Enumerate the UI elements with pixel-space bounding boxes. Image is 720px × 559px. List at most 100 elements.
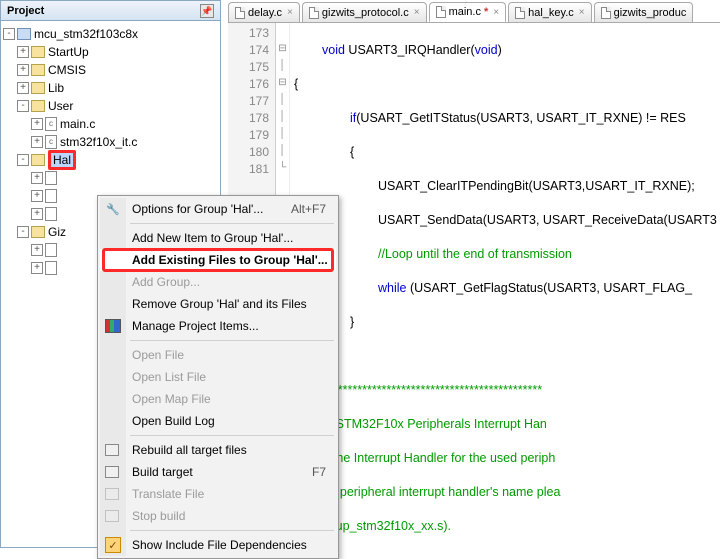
line-number: 174: [228, 42, 269, 59]
ctx-add-new-item[interactable]: Add New Item to Group 'Hal'...: [100, 227, 336, 249]
ctx-stop-build: Stop build: [100, 505, 336, 527]
tree-group-user[interactable]: - User: [3, 97, 218, 115]
ctx-add-existing-files[interactable]: Add Existing Files to Group 'Hal'...: [100, 249, 336, 271]
collapse-icon[interactable]: -: [17, 154, 29, 166]
tree-group-startup[interactable]: + StartUp: [3, 43, 218, 61]
ctx-open-map-file: Open Map File: [100, 388, 336, 410]
folder-icon: [31, 154, 45, 166]
tab-gizwits-product[interactable]: gizwits_produc: [594, 2, 694, 22]
c-file-icon: [45, 261, 57, 275]
line-number: 177: [228, 93, 269, 110]
tab-delay[interactable]: delay.c×: [228, 2, 300, 22]
tab-hal-key[interactable]: hal_key.c ×: [508, 2, 592, 22]
line-number: 173: [228, 25, 269, 42]
line-number: 181: [228, 161, 269, 178]
tab-main[interactable]: main.c*×: [429, 2, 507, 22]
expand-icon[interactable]: +: [31, 172, 43, 184]
code-token: USART_SendData(USART3, USART_ReceiveData…: [378, 213, 717, 227]
folder-icon: [31, 46, 45, 58]
code-area[interactable]: void USART3_IRQHandler(void) { if(USART_…: [290, 23, 720, 548]
project-panel-title-bar: Project 📌: [1, 1, 220, 21]
check-icon: ✓: [105, 537, 121, 553]
build-icon: [105, 466, 119, 478]
expand-icon[interactable]: +: [31, 136, 43, 148]
tree-label: Lib: [48, 81, 64, 95]
tree-file-stm32it[interactable]: + c stm32f10x_it.c: [3, 133, 218, 151]
rebuild-icon: [105, 444, 119, 456]
collapse-icon[interactable]: -: [17, 226, 29, 238]
tab-label: gizwits_protocol.c: [322, 7, 409, 19]
ctx-label: Remove Group 'Hal' and its Files: [132, 297, 307, 311]
code-token: ): [498, 43, 502, 57]
tree-group-hal[interactable]: - Hal: [3, 151, 218, 169]
tree-group-cmsis[interactable]: + CMSIS: [3, 61, 218, 79]
code-token: USART_ClearITPendingBit(USART3,USART_IT_…: [378, 179, 695, 193]
tree-file-main[interactable]: + c main.c: [3, 115, 218, 133]
ctx-build-target[interactable]: Build target F7: [100, 461, 336, 483]
ctx-open-list-file: Open List File: [100, 366, 336, 388]
expand-icon[interactable]: +: [17, 82, 29, 94]
ctx-label: Open List File: [132, 370, 206, 384]
tree-label: Giz: [48, 225, 66, 239]
collapse-icon[interactable]: -: [17, 100, 29, 112]
tree-root[interactable]: - mcu_stm32f103c8x: [3, 25, 218, 43]
tree-label: main.c: [60, 117, 95, 131]
expand-icon[interactable]: +: [17, 64, 29, 76]
tab-label: gizwits_produc: [614, 7, 687, 19]
ctx-shortcut: F7: [312, 465, 326, 479]
pushpin-icon[interactable]: 📌: [200, 4, 214, 18]
ctx-label: Open Build Log: [132, 414, 215, 428]
separator: [130, 223, 334, 224]
ctx-remove-group[interactable]: Remove Group 'Hal' and its Files: [100, 293, 336, 315]
code-token: {: [350, 145, 354, 159]
code-token: while: [378, 281, 407, 295]
context-menu: 🔧 Options for Group 'Hal'... Alt+F7 Add …: [97, 195, 339, 559]
expand-icon[interactable]: +: [31, 208, 43, 220]
ctx-label: Open Map File: [132, 392, 211, 406]
tree-label: mcu_stm32f103c8x: [34, 27, 138, 41]
close-icon[interactable]: ×: [579, 7, 585, 18]
ctx-label: Add Group...: [132, 275, 200, 289]
stop-icon: [105, 510, 119, 522]
ctx-show-include-deps[interactable]: ✓ Show Include File Dependencies: [100, 534, 336, 556]
file-icon: [601, 7, 611, 19]
close-icon[interactable]: ×: [493, 7, 499, 18]
ctx-add-group: Add Group...: [100, 271, 336, 293]
file-icon: [515, 7, 525, 19]
translate-icon: [105, 488, 119, 500]
books-icon: [105, 318, 121, 334]
expand-icon[interactable]: +: [31, 244, 43, 256]
folder-icon: [31, 100, 45, 112]
line-number: 180: [228, 144, 269, 161]
tab-label: hal_key.c: [528, 7, 574, 19]
project-panel-title: Project: [7, 5, 44, 17]
close-icon[interactable]: ×: [414, 7, 420, 18]
expand-icon[interactable]: +: [31, 118, 43, 130]
ctx-rebuild-all[interactable]: Rebuild all target files: [100, 439, 336, 461]
ctx-label: Rebuild all target files: [132, 443, 247, 457]
file-icon: [235, 7, 245, 19]
ctx-options-for-group[interactable]: 🔧 Options for Group 'Hal'... Alt+F7: [100, 198, 336, 220]
ctx-label: Translate File: [132, 487, 204, 501]
tab-gizwits-protocol[interactable]: gizwits_protocol.c ×: [302, 2, 427, 22]
wrench-icon: 🔧: [105, 201, 121, 217]
tree-file-hidden[interactable]: +: [3, 169, 218, 187]
tree-group-lib[interactable]: + Lib: [3, 79, 218, 97]
tree-label: User: [48, 99, 73, 113]
close-icon[interactable]: ×: [287, 7, 293, 18]
ctx-label: Show Include File Dependencies: [132, 538, 307, 552]
ctx-label: Open File: [132, 348, 184, 362]
collapse-icon[interactable]: -: [3, 28, 15, 40]
ctx-open-build-log[interactable]: Open Build Log: [100, 410, 336, 432]
line-number: 178: [228, 110, 269, 127]
code-token: (USART_GetFlagStatus(USART3, USART_FLAG_: [407, 281, 693, 295]
code-token: (USART_GetITStatus(USART3, USART_IT_RXNE…: [356, 111, 686, 125]
folder-icon: [31, 226, 45, 238]
code-token: USART3_IRQHandler(: [345, 43, 475, 57]
ctx-manage-project-items[interactable]: Manage Project Items...: [100, 315, 336, 337]
expand-icon[interactable]: +: [31, 190, 43, 202]
separator: [130, 530, 334, 531]
expand-icon[interactable]: +: [31, 262, 43, 274]
code-token: {: [294, 77, 298, 91]
expand-icon[interactable]: +: [17, 46, 29, 58]
